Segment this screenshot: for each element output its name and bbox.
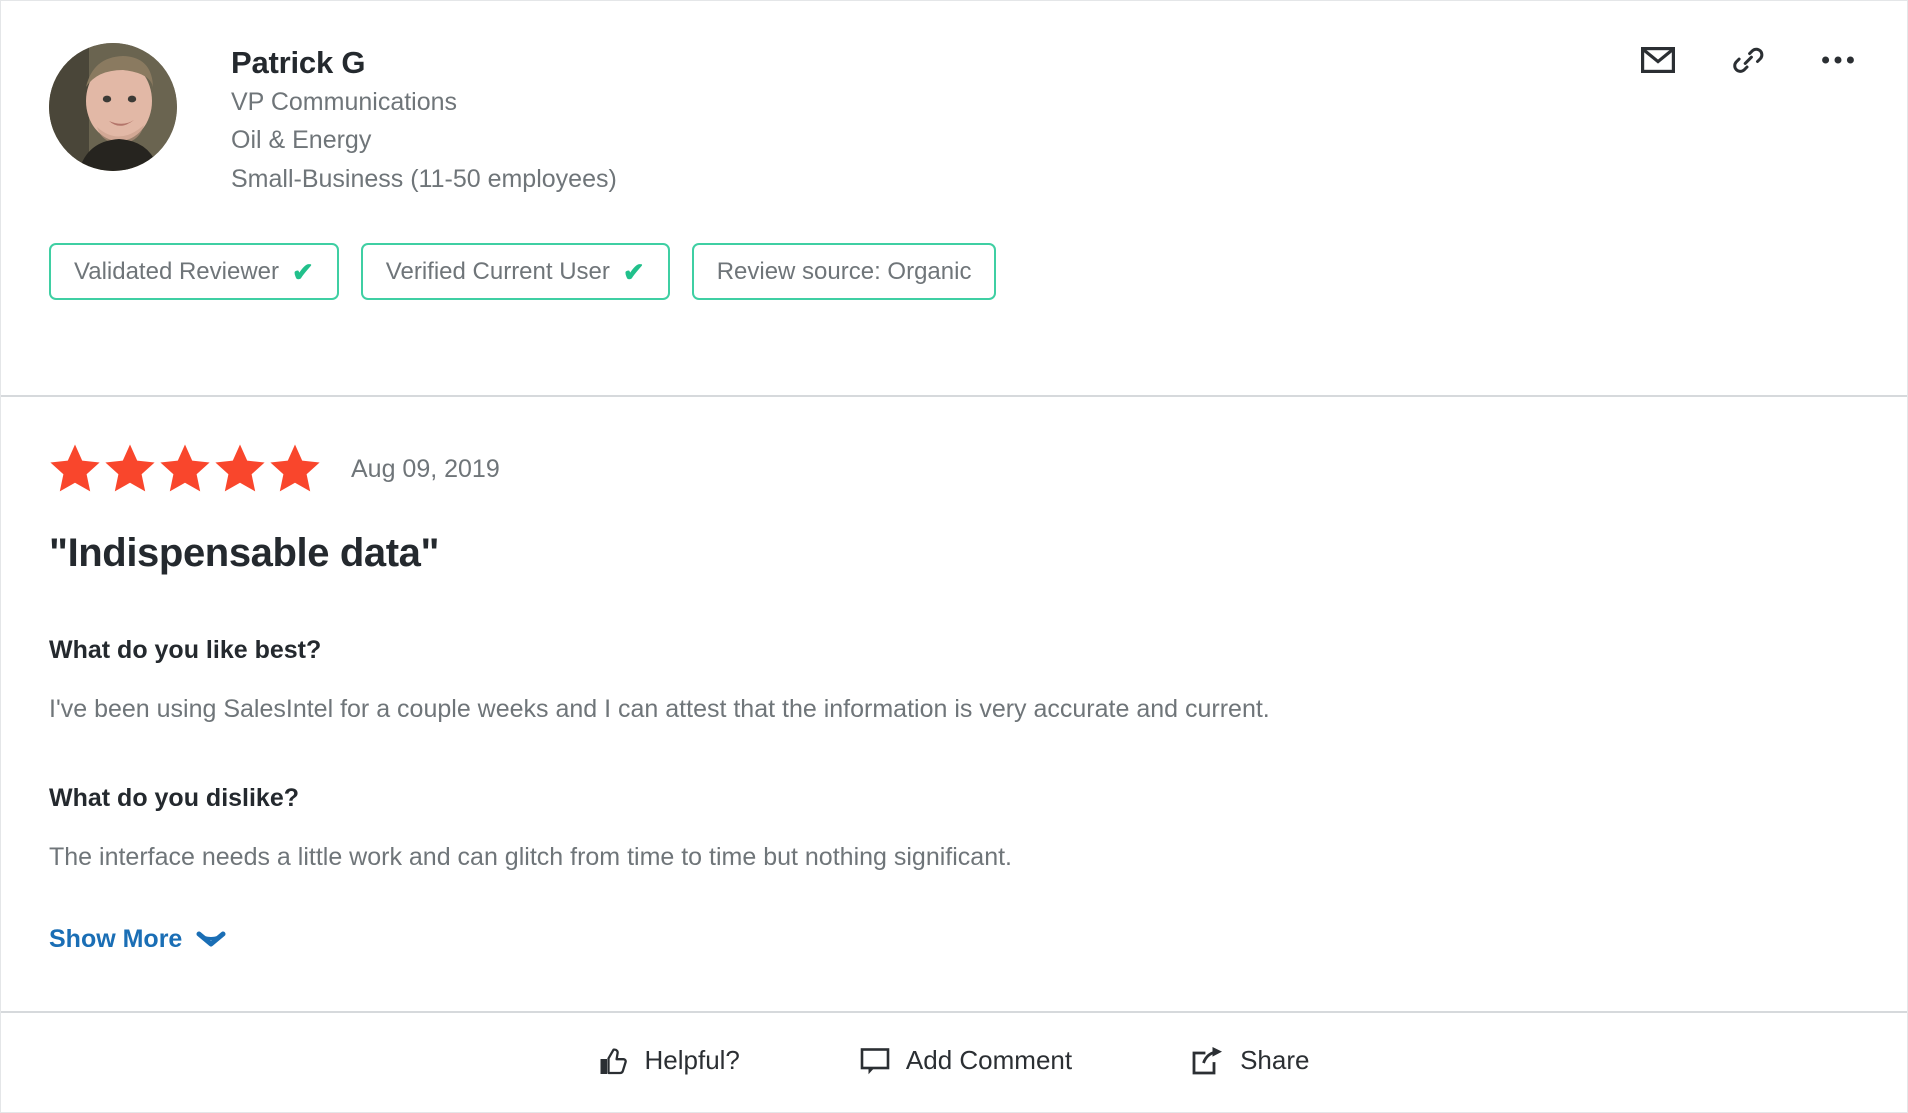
share-icon: [1192, 1046, 1224, 1076]
mail-icon[interactable]: [1637, 39, 1679, 81]
qa-answer: The interface needs a little work and ca…: [49, 842, 1012, 871]
badge-label: Review source: Organic: [716, 257, 972, 285]
badge-validated-reviewer: Validated Reviewer ✔: [49, 243, 339, 301]
helpful-label: Helpful?: [644, 1045, 740, 1075]
review-body: Aug 09, 2019 "Indispensable data" What d…: [1, 397, 1907, 1011]
review-header: Patrick G VP Communications Oil & Energy…: [1, 1, 1907, 397]
share-button[interactable]: Share: [1192, 1045, 1309, 1076]
link-icon[interactable]: [1727, 39, 1769, 81]
badge-label: Validated Reviewer: [74, 257, 279, 285]
share-label: Share: [1240, 1045, 1310, 1075]
reviewer-block: Patrick G VP Communications Oil & Energy…: [49, 39, 1859, 197]
qa-question: What do you dislike?: [49, 784, 300, 813]
check-icon: ✔: [292, 256, 314, 287]
add-comment-label: Add Comment: [905, 1045, 1073, 1075]
review-date: Aug 09, 2019: [351, 454, 500, 483]
show-more-button[interactable]: Show More: [49, 925, 226, 954]
qa-answer: I've been using SalesIntel for a couple …: [49, 694, 1270, 723]
comment-icon: [860, 1046, 890, 1076]
star-icon: [160, 444, 210, 492]
review-title: "Indispensable data": [49, 531, 440, 575]
badge-verified-current-user: Verified Current User ✔: [360, 243, 670, 301]
reviewer-company-size: Small-Business (11-50 employees): [231, 164, 617, 193]
review-footer: Helpful? Add Comment Share: [1, 1011, 1907, 1112]
badge-row: Validated Reviewer ✔ Verified Current Us…: [49, 243, 1859, 301]
star-icon: [50, 444, 100, 492]
star-icon: [105, 444, 155, 492]
reviewer-name: Patrick G: [231, 45, 366, 80]
add-comment-button[interactable]: Add Comment: [860, 1045, 1072, 1076]
star-icon: [270, 444, 320, 492]
header-actions: [1637, 39, 1859, 81]
qa-section-like-best: What do you like best? I've been using S…: [49, 634, 1859, 726]
reviewer-job-title: VP Communications: [231, 87, 458, 116]
rating-row: Aug 09, 2019: [49, 443, 1859, 493]
check-icon: ✔: [622, 256, 645, 287]
show-more-label: Show More: [49, 924, 183, 953]
badge-label: Verified Current User: [385, 257, 610, 285]
qa-question: What do you like best?: [49, 636, 322, 664]
helpful-button[interactable]: Helpful?: [599, 1045, 740, 1076]
chevron-down-icon: [196, 930, 226, 948]
star-icon: [215, 444, 265, 492]
review-card: Patrick G VP Communications Oil & Energy…: [0, 0, 1908, 1113]
reviewer-industry: Oil & Energy: [231, 126, 372, 155]
badge-review-source: Review source: Organic: [691, 243, 997, 301]
avatar: [49, 43, 177, 171]
star-rating: [49, 443, 321, 493]
more-icon[interactable]: [1817, 39, 1859, 81]
qa-section-dislike: What do you dislike? The interface needs…: [49, 782, 1859, 874]
thumbs-up-icon: [599, 1046, 629, 1076]
reviewer-meta: Patrick G VP Communications Oil & Energy…: [231, 39, 617, 197]
